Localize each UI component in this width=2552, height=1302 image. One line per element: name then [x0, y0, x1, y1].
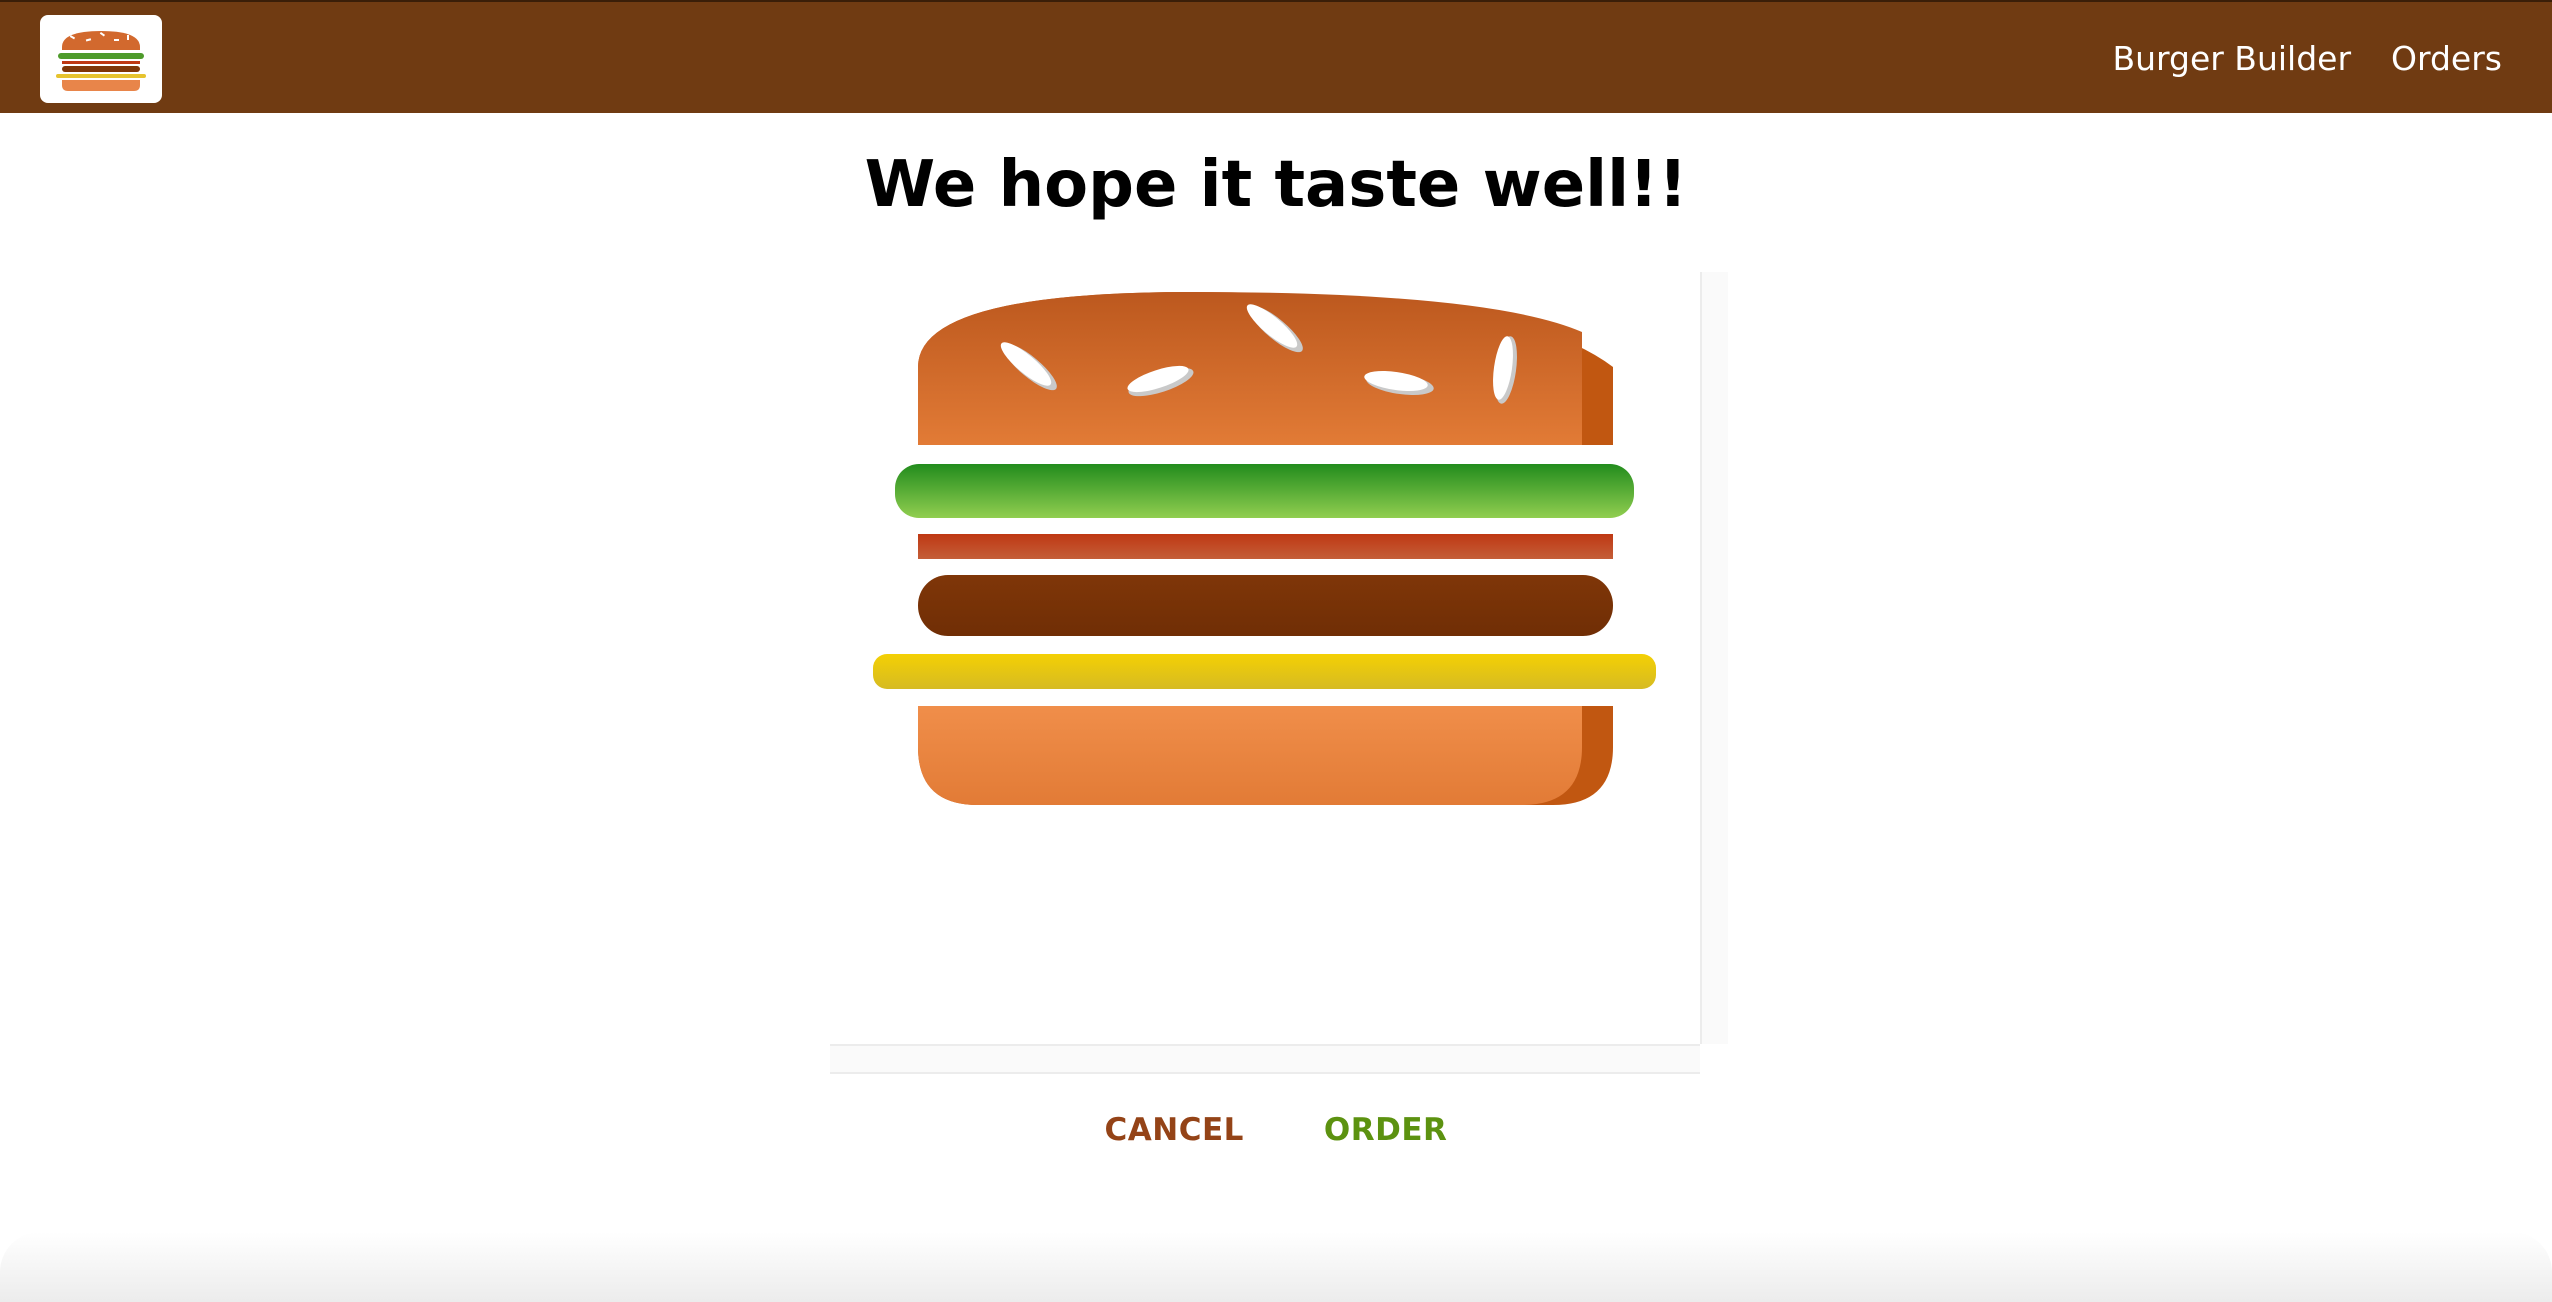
nav-item-burger-builder[interactable]: Burger Builder [2112, 39, 2351, 78]
burger-logo-icon [56, 31, 146, 91]
burger-viewport[interactable] [830, 272, 1728, 1074]
logo[interactable] [40, 15, 162, 103]
bottom-edge [0, 1232, 2552, 1302]
order-actions: CANCEL ORDER [0, 1112, 2552, 1148]
order-button[interactable]: ORDER [1324, 1112, 1448, 1148]
cancel-button[interactable]: CANCEL [1105, 1112, 1244, 1148]
main-nav: Burger Builder Orders [2112, 2, 2502, 115]
nav-item-orders[interactable]: Orders [2391, 39, 2502, 78]
toolbar: Burger Builder Orders [0, 0, 2552, 113]
vertical-scrollbar[interactable] [1700, 272, 1728, 1044]
page-title: We hope it taste well!! [864, 148, 1688, 222]
burger-illustration [873, 292, 1656, 805]
bread-bottom [918, 706, 1613, 805]
bacon-layer [918, 534, 1613, 559]
horizontal-scrollbar[interactable] [830, 1044, 1700, 1074]
bread-top [918, 292, 1613, 445]
salad-layer [895, 464, 1634, 518]
cheese-layer [873, 654, 1656, 689]
page: Burger Builder Orders We hope it taste w… [0, 0, 2552, 1302]
meat-layer [918, 575, 1613, 636]
